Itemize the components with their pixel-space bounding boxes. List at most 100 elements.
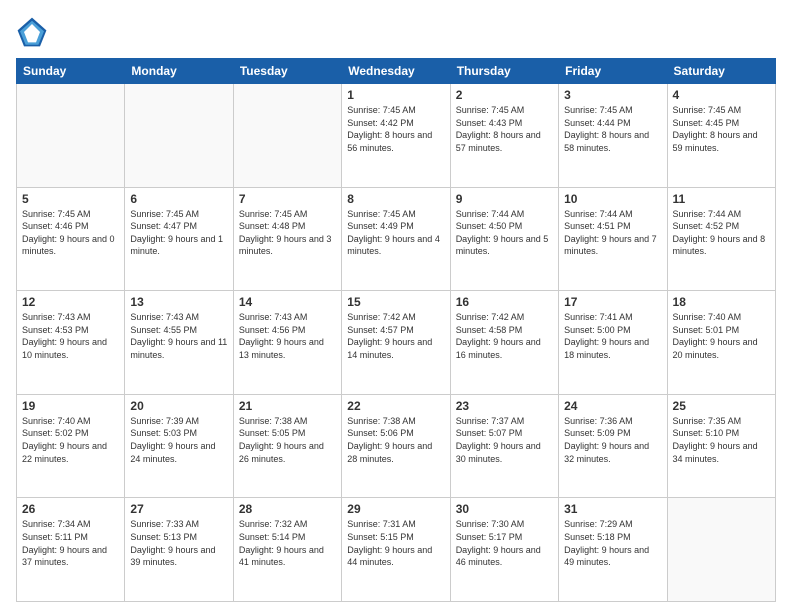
day-number: 31	[564, 502, 661, 516]
calendar-cell: 16Sunrise: 7:42 AM Sunset: 4:58 PM Dayli…	[450, 291, 558, 395]
calendar-week-row: 26 Sunrise: 7:34 AM Sunset: 5:11 PM Dayli…	[17, 498, 776, 602]
calendar-cell: 23Sunrise: 7:37 AM Sunset: 5:07 PM Dayli…	[450, 394, 558, 498]
day-number: 19	[22, 399, 119, 413]
day-number: 9	[456, 192, 553, 206]
day-info: Sunrise: 7:38 AM Sunset: 5:05 PM Dayligh…	[239, 415, 336, 465]
calendar-table: SundayMondayTuesdayWednesdayThursdayFrid…	[16, 58, 776, 602]
day-info: Sunrise: 7:43 AM Sunset: 4:55 PM Dayligh…	[130, 311, 227, 361]
weekday-header: Sunday	[17, 59, 125, 84]
day-info: Sunrise: 7:45 AM Sunset: 4:47 PM Dayligh…	[130, 208, 227, 258]
calendar-body: 1 Sunrise: 7:45 AM Sunset: 4:42 PM Daylig…	[17, 84, 776, 602]
day-info: Sunrise: 7:40 AM Sunset: 5:01 PM Dayligh…	[673, 311, 770, 361]
calendar-cell	[233, 84, 341, 188]
day-number: 11	[673, 192, 770, 206]
calendar-cell: 31 Sunrise: 7:29 AM Sunset: 5:18 PM Dayli…	[559, 498, 667, 602]
day-info: Sunrise: 7:36 AM Sunset: 5:09 PM Dayligh…	[564, 415, 661, 465]
day-number: 17	[564, 295, 661, 309]
calendar-cell: 10 Sunrise: 7:44 AM Sunset: 4:51 PM Dayli…	[559, 187, 667, 291]
day-number: 20	[130, 399, 227, 413]
day-info: Sunrise: 7:40 AM Sunset: 5:02 PM Dayligh…	[22, 415, 119, 465]
day-info: Sunrise: 7:38 AM Sunset: 5:06 PM Dayligh…	[347, 415, 444, 465]
day-info: Sunrise: 7:44 AM Sunset: 4:50 PM Dayligh…	[456, 208, 553, 258]
day-info: Sunrise: 7:42 AM Sunset: 4:57 PM Dayligh…	[347, 311, 444, 361]
day-info: Sunrise: 7:33 AM Sunset: 5:13 PM Dayligh…	[130, 518, 227, 568]
day-number: 5	[22, 192, 119, 206]
day-info: Sunrise: 7:44 AM Sunset: 4:51 PM Dayligh…	[564, 208, 661, 258]
logo	[16, 16, 52, 48]
calendar-cell: 17 Sunrise: 7:41 AM Sunset: 5:00 PM Dayli…	[559, 291, 667, 395]
calendar-cell: 8Sunrise: 7:45 AM Sunset: 4:49 PM Daylig…	[342, 187, 450, 291]
day-info: Sunrise: 7:32 AM Sunset: 5:14 PM Dayligh…	[239, 518, 336, 568]
day-info: Sunrise: 7:45 AM Sunset: 4:42 PM Dayligh…	[347, 104, 444, 154]
day-number: 27	[130, 502, 227, 516]
calendar-week-row: 5Sunrise: 7:45 AM Sunset: 4:46 PM Daylig…	[17, 187, 776, 291]
calendar-cell: 3 Sunrise: 7:45 AM Sunset: 4:44 PM Daylig…	[559, 84, 667, 188]
day-number: 7	[239, 192, 336, 206]
day-number: 24	[564, 399, 661, 413]
weekday-header: Thursday	[450, 59, 558, 84]
calendar-cell: 29Sunrise: 7:31 AM Sunset: 5:15 PM Dayli…	[342, 498, 450, 602]
weekday-header: Tuesday	[233, 59, 341, 84]
day-number: 15	[347, 295, 444, 309]
day-number: 3	[564, 88, 661, 102]
calendar-cell: 11 Sunrise: 7:44 AM Sunset: 4:52 PM Dayli…	[667, 187, 775, 291]
calendar-header: SundayMondayTuesdayWednesdayThursdayFrid…	[17, 59, 776, 84]
calendar-cell: 27 Sunrise: 7:33 AM Sunset: 5:13 PM Dayli…	[125, 498, 233, 602]
day-number: 1	[347, 88, 444, 102]
calendar-cell: 14 Sunrise: 7:43 AM Sunset: 4:56 PM Dayli…	[233, 291, 341, 395]
day-number: 12	[22, 295, 119, 309]
calendar-week-row: 19 Sunrise: 7:40 AM Sunset: 5:02 PM Dayli…	[17, 394, 776, 498]
day-info: Sunrise: 7:45 AM Sunset: 4:45 PM Dayligh…	[673, 104, 770, 154]
day-info: Sunrise: 7:31 AM Sunset: 5:15 PM Dayligh…	[347, 518, 444, 568]
day-info: Sunrise: 7:44 AM Sunset: 4:52 PM Dayligh…	[673, 208, 770, 258]
calendar-cell: 26 Sunrise: 7:34 AM Sunset: 5:11 PM Dayli…	[17, 498, 125, 602]
weekday-header: Friday	[559, 59, 667, 84]
calendar-cell: 9 Sunrise: 7:44 AM Sunset: 4:50 PM Daylig…	[450, 187, 558, 291]
calendar-cell: 13Sunrise: 7:43 AM Sunset: 4:55 PM Dayli…	[125, 291, 233, 395]
day-number: 14	[239, 295, 336, 309]
weekday-header: Wednesday	[342, 59, 450, 84]
calendar-cell: 25 Sunrise: 7:35 AM Sunset: 5:10 PM Dayli…	[667, 394, 775, 498]
day-info: Sunrise: 7:41 AM Sunset: 5:00 PM Dayligh…	[564, 311, 661, 361]
calendar-cell: 24 Sunrise: 7:36 AM Sunset: 5:09 PM Dayli…	[559, 394, 667, 498]
day-number: 21	[239, 399, 336, 413]
calendar-week-row: 1 Sunrise: 7:45 AM Sunset: 4:42 PM Daylig…	[17, 84, 776, 188]
day-number: 6	[130, 192, 227, 206]
day-number: 8	[347, 192, 444, 206]
day-number: 30	[456, 502, 553, 516]
weekday-header: Saturday	[667, 59, 775, 84]
calendar-cell: 15 Sunrise: 7:42 AM Sunset: 4:57 PM Dayli…	[342, 291, 450, 395]
day-info: Sunrise: 7:45 AM Sunset: 4:43 PM Dayligh…	[456, 104, 553, 154]
calendar-cell: 4Sunrise: 7:45 AM Sunset: 4:45 PM Daylig…	[667, 84, 775, 188]
day-number: 26	[22, 502, 119, 516]
calendar-cell: 21 Sunrise: 7:38 AM Sunset: 5:05 PM Dayli…	[233, 394, 341, 498]
calendar-cell	[17, 84, 125, 188]
calendar-cell: 22 Sunrise: 7:38 AM Sunset: 5:06 PM Dayli…	[342, 394, 450, 498]
calendar-cell	[125, 84, 233, 188]
weekday-header: Monday	[125, 59, 233, 84]
header	[16, 16, 776, 48]
calendar-cell: 18Sunrise: 7:40 AM Sunset: 5:01 PM Dayli…	[667, 291, 775, 395]
weekday-row: SundayMondayTuesdayWednesdayThursdayFrid…	[17, 59, 776, 84]
calendar-cell: 20 Sunrise: 7:39 AM Sunset: 5:03 PM Dayli…	[125, 394, 233, 498]
calendar-cell: 6 Sunrise: 7:45 AM Sunset: 4:47 PM Daylig…	[125, 187, 233, 291]
day-info: Sunrise: 7:43 AM Sunset: 4:56 PM Dayligh…	[239, 311, 336, 361]
calendar-cell	[667, 498, 775, 602]
day-info: Sunrise: 7:39 AM Sunset: 5:03 PM Dayligh…	[130, 415, 227, 465]
day-number: 16	[456, 295, 553, 309]
day-info: Sunrise: 7:34 AM Sunset: 5:11 PM Dayligh…	[22, 518, 119, 568]
calendar-cell: 30Sunrise: 7:30 AM Sunset: 5:17 PM Dayli…	[450, 498, 558, 602]
day-number: 28	[239, 502, 336, 516]
logo-icon	[16, 16, 48, 48]
calendar-cell: 2Sunrise: 7:45 AM Sunset: 4:43 PM Daylig…	[450, 84, 558, 188]
calendar-week-row: 12Sunrise: 7:43 AM Sunset: 4:53 PM Dayli…	[17, 291, 776, 395]
day-info: Sunrise: 7:29 AM Sunset: 5:18 PM Dayligh…	[564, 518, 661, 568]
calendar-cell: 19 Sunrise: 7:40 AM Sunset: 5:02 PM Dayli…	[17, 394, 125, 498]
calendar-cell: 12Sunrise: 7:43 AM Sunset: 4:53 PM Dayli…	[17, 291, 125, 395]
calendar-cell: 5Sunrise: 7:45 AM Sunset: 4:46 PM Daylig…	[17, 187, 125, 291]
day-info: Sunrise: 7:35 AM Sunset: 5:10 PM Dayligh…	[673, 415, 770, 465]
day-info: Sunrise: 7:45 AM Sunset: 4:44 PM Dayligh…	[564, 104, 661, 154]
day-number: 25	[673, 399, 770, 413]
day-number: 10	[564, 192, 661, 206]
day-number: 22	[347, 399, 444, 413]
